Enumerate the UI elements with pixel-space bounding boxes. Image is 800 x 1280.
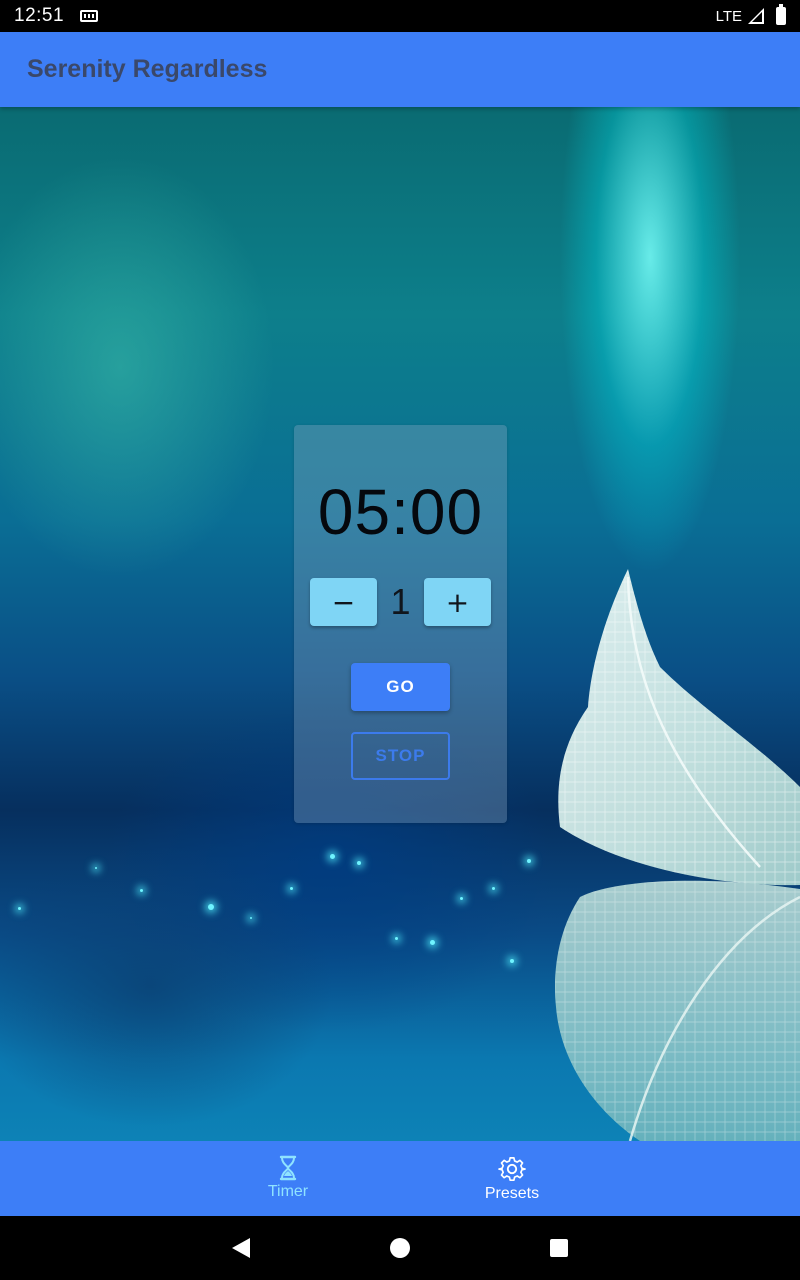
sparkle: [140, 889, 143, 892]
sparkle: [395, 937, 398, 940]
system-navigation-bar: [0, 1216, 800, 1280]
go-button[interactable]: GO: [351, 663, 450, 711]
stop-button[interactable]: STOP: [351, 732, 450, 780]
back-icon[interactable]: [232, 1238, 250, 1258]
step-value: 1: [390, 581, 411, 622]
minutes-stepper: − 1 +: [310, 578, 491, 626]
app-title: Serenity Regardless: [27, 55, 268, 83]
status-bar: 12:51 LTE: [0, 0, 800, 32]
battery-icon: [776, 4, 786, 25]
sparkle: [330, 854, 335, 859]
nav-label-timer: Timer: [267, 1183, 309, 1200]
bottom-navigation: Timer Presets: [0, 1141, 800, 1216]
status-indicators: LTE: [715, 4, 786, 25]
status-time: 12:51: [14, 5, 65, 26]
nav-item-timer[interactable]: Timer: [238, 1141, 338, 1216]
decrement-button[interactable]: −: [310, 578, 377, 626]
sparkle: [510, 959, 514, 963]
timer-card: 05:00 − 1 + GO STOP: [294, 425, 507, 823]
sparkle: [250, 917, 252, 919]
sparkle: [460, 897, 463, 900]
app-bar: Serenity Regardless: [0, 32, 800, 107]
network-type: LTE: [715, 7, 742, 25]
sparkle: [430, 940, 435, 945]
timer-display: 05:00: [317, 476, 484, 548]
sparkle: [18, 907, 21, 910]
hourglass-icon: [279, 1155, 297, 1181]
nav-label-presets: Presets: [484, 1185, 540, 1202]
keyboard-icon: [80, 10, 99, 22]
sparkle: [208, 904, 214, 910]
signal-icon: [748, 8, 764, 24]
increment-button[interactable]: +: [424, 578, 491, 626]
gear-icon: [498, 1157, 526, 1182]
sparkle: [290, 887, 293, 890]
recents-icon[interactable]: [550, 1239, 568, 1257]
sparkle: [492, 887, 495, 890]
sparkle: [95, 867, 97, 869]
sparkle: [527, 859, 531, 863]
sparkle: [357, 861, 361, 865]
home-icon[interactable]: [390, 1238, 410, 1258]
nav-item-presets[interactable]: Presets: [462, 1141, 562, 1216]
